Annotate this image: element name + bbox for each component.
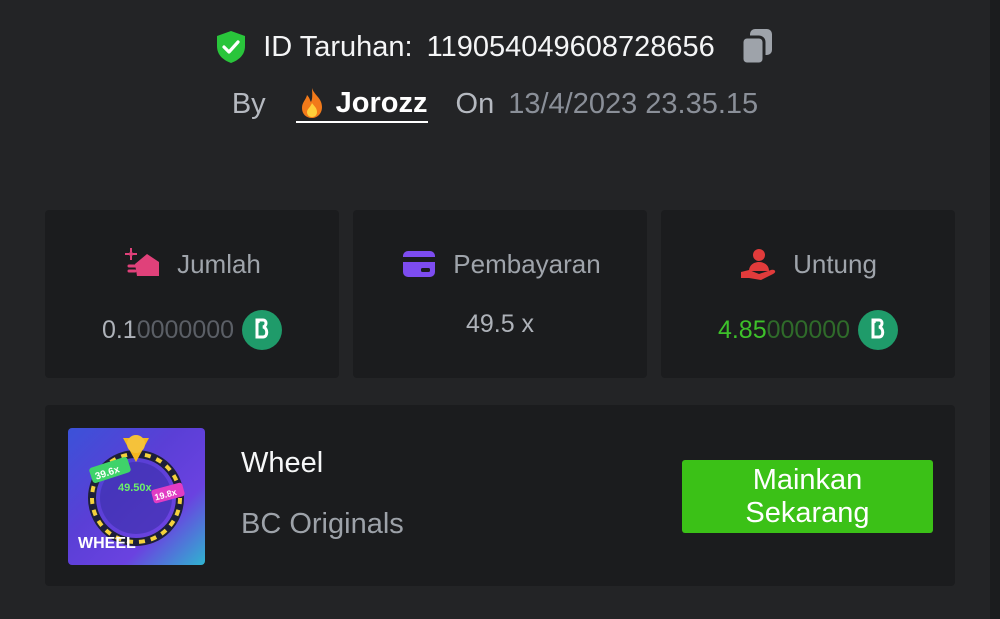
bet-id-value: 119054049608728656 (426, 30, 715, 63)
fire-icon (296, 86, 328, 120)
bet-id-row: ID Taruhan: 119054049608728656 (0, 26, 990, 68)
scrollbar-track (990, 0, 1000, 619)
stat-card-amount: Jumlah 0.10000000 (45, 210, 339, 378)
game-provider: BC Originals (241, 508, 404, 540)
play-now-button[interactable]: Mainkan Sekarang (682, 460, 933, 533)
stat-value-payout: 49.5 x (465, 310, 535, 338)
bet-amount-icon (123, 246, 163, 282)
stat-label-payout: Pembayaran (453, 248, 601, 279)
game-thumbnail[interactable]: 39.6x 49.50x 19.8x WHEEL (68, 428, 205, 565)
bet-header: ID Taruhan: 119054049608728656 By Jorozz… (0, 0, 990, 150)
bet-date: 13/4/2023 23.35.15 (508, 88, 759, 120)
thumb-title: WHEEL (78, 535, 136, 552)
stat-card-payout: Pembayaran 49.5 x (353, 210, 647, 378)
wallet-card-icon (399, 246, 439, 282)
stat-value-amount: 0.10000000 (101, 315, 235, 344)
user-link[interactable]: Jorozz (295, 86, 428, 123)
stat-label-amount: Jumlah (177, 248, 261, 279)
on-label: On (455, 88, 495, 120)
stat-card-profit: Untung 4.85000000 (661, 210, 955, 378)
username: Jorozz (335, 86, 428, 119)
stat-label-profit: Untung (793, 248, 877, 279)
bc-coin-icon (242, 310, 283, 350)
bet-id-label: ID Taruhan: (263, 30, 413, 63)
bet-author-row: By Jorozz On 13/4/2023 23.35.15 (0, 86, 990, 123)
thumb-mult-2: 49.50x (118, 482, 153, 494)
shield-check-icon (213, 29, 249, 65)
bc-coin-icon (858, 310, 899, 350)
copy-icon[interactable] (737, 26, 777, 68)
bet-stats: Jumlah 0.10000000 Pembayaran 49.5 x Untu… (45, 210, 955, 378)
game-card: 39.6x 49.50x 19.8x WHEEL Wheel BC Origin… (45, 405, 955, 586)
stat-value-profit: 4.85000000 (717, 315, 851, 344)
game-name[interactable]: Wheel (241, 447, 323, 480)
by-label: By (231, 88, 266, 120)
profit-hand-icon (739, 246, 779, 282)
